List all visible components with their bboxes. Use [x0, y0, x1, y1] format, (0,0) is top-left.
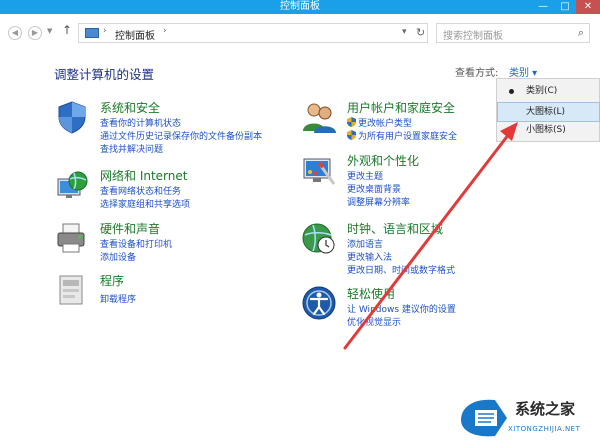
control-panel-window: 控制面板 — □ ✕ ◀ ▶ ▼ ↑ › 控制面板 › ▾ ↻ 搜索控制面板 ⌕… — [0, 0, 600, 443]
watermark-url: XITONGZHIJIA.NET — [508, 425, 581, 433]
watermark-text: 系统之家 — [515, 400, 576, 418]
annotation-arrow — [343, 122, 518, 350]
